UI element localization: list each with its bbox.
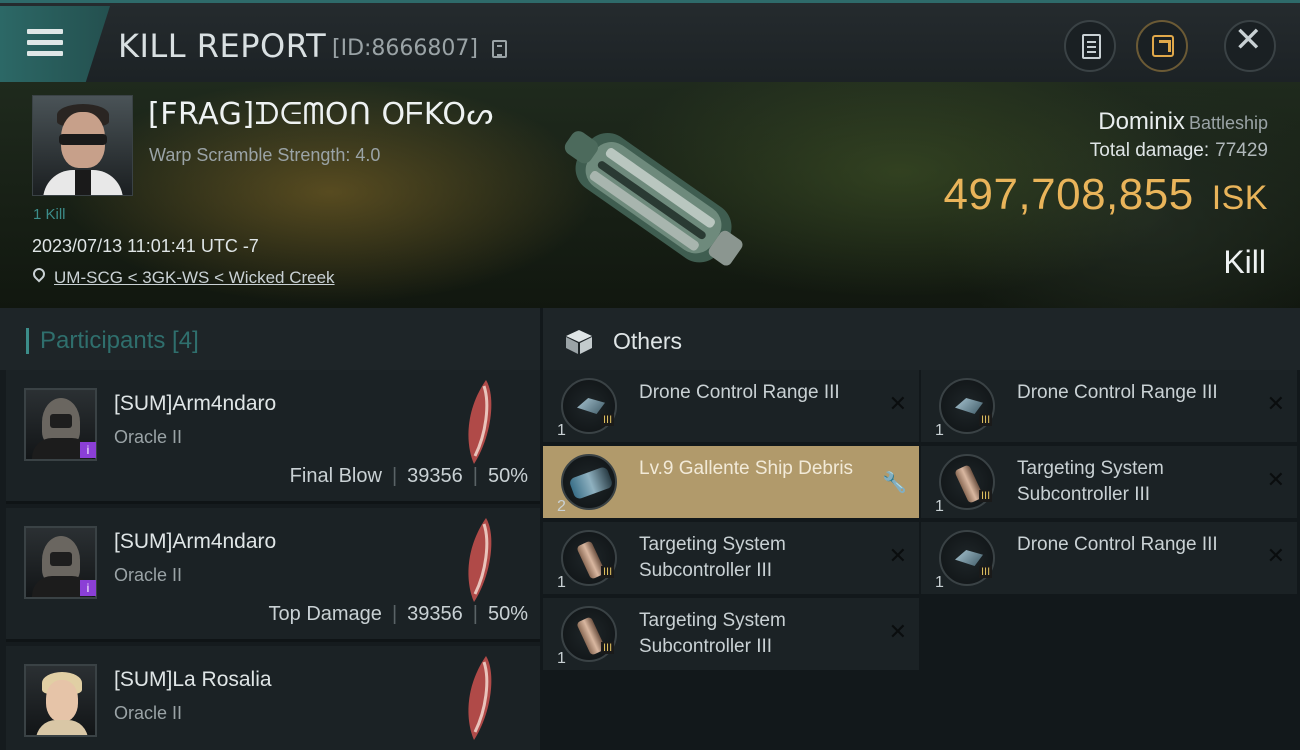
copy-id-icon[interactable] <box>492 40 507 58</box>
report-id: [ID:8666807] <box>332 36 478 61</box>
ship-type: Dominix Battleship <box>1098 108 1268 136</box>
item-quantity: 1 <box>935 422 944 439</box>
participants-title: Participants [4] <box>40 327 199 354</box>
info-badge-icon: i <box>80 580 96 596</box>
document-button[interactable] <box>1064 20 1116 72</box>
item-quantity: 1 <box>935 498 944 515</box>
participant-role: Top Damage <box>268 603 382 625</box>
participant-stats: Final Blow | 39356 | 50% <box>289 465 528 487</box>
others-panel: Others III 1 Drone Control Range III ✕ 2… <box>543 308 1300 750</box>
tier-badge: III <box>979 414 993 426</box>
participant-ship: Oracle II <box>114 703 183 723</box>
close-button[interactable]: ✕ <box>1224 20 1276 72</box>
participant-name: [SUM]Arm4ndaro <box>114 530 277 553</box>
total-damage-value: 77429 <box>1215 140 1268 161</box>
kill-report-screen: KILL REPORT [ID:8666807] ✕ [FRAG]ᗪᕮᗰOᑎ O… <box>0 0 1300 750</box>
victim-name[interactable]: [FRAG]ᗪᕮᗰOᑎ OᖴKOᔕ <box>148 97 494 132</box>
page-title: KILL REPORT <box>118 27 327 65</box>
tier-badge: III <box>601 642 615 654</box>
warp-scramble-strength: Warp Scramble Strength: 4.0 <box>149 145 381 165</box>
tier-badge: III <box>601 566 615 578</box>
tier-badge: III <box>979 566 993 578</box>
participant-ship: Oracle II <box>114 565 183 585</box>
ship-image <box>564 131 743 266</box>
tier-badge: III <box>601 414 615 426</box>
total-damage: Total damage: 77429 <box>1090 140 1268 162</box>
participants-header: Participants [4] <box>0 308 540 370</box>
location-pin-icon <box>30 265 48 283</box>
cube-icon <box>566 330 592 354</box>
item-name: Targeting System Subcontroller III <box>639 610 786 657</box>
participant-ship: Oracle II <box>114 427 183 447</box>
info-badge-icon: i <box>80 442 96 458</box>
participant-stats: Top Damage | 39356 | 50% <box>268 603 528 625</box>
ship-name: Dominix <box>1098 108 1185 135</box>
isk-unit: ISK <box>1211 179 1268 217</box>
victim-portrait[interactable] <box>32 95 133 196</box>
total-damage-label: Total damage: <box>1089 140 1210 161</box>
share-icon <box>1152 35 1174 57</box>
participants-panel: Participants [4] i [SUM]Arm4ndaro Oracle… <box>0 308 540 750</box>
destroyed-x-icon: ✕ <box>888 392 907 417</box>
participant-name: [SUM]La Rosalia <box>114 668 272 691</box>
item-slot[interactable]: III 1 Targeting System Subcontroller III… <box>921 446 1297 520</box>
destroyed-x-icon: ✕ <box>888 544 907 569</box>
top-bar: KILL REPORT [ID:8666807] ✕ <box>0 0 1300 82</box>
isk-value: 497,708,855 ISK <box>944 170 1269 220</box>
participant-row[interactable]: i [SUM]Arm4ndaro Oracle II Final Blow | 39… <box>6 370 540 504</box>
participant-avatar <box>24 664 97 737</box>
document-icon <box>1082 34 1101 59</box>
item-slot[interactable]: III 1 Drone Control Range III ✕ <box>921 522 1297 596</box>
item-name: Drone Control Range III <box>1017 382 1218 403</box>
others-header: Others <box>543 308 1300 370</box>
item-slot[interactable]: III 1 Drone Control Range III ✕ <box>921 370 1297 444</box>
wrench-icon[interactable]: 🔧 <box>882 470 907 494</box>
item-slot[interactable]: III 1 Targeting System Subcontroller III… <box>543 598 919 672</box>
hamburger-menu-icon <box>27 29 63 57</box>
item-quantity: 1 <box>557 574 566 591</box>
menu-button[interactable] <box>0 6 110 82</box>
participant-role: Final Blow <box>289 465 382 487</box>
isk-amount: 497,708,855 <box>943 170 1194 219</box>
close-icon: ✕ <box>1234 20 1263 60</box>
participant-damage: 39356 <box>407 603 463 625</box>
ship-icon <box>468 656 492 740</box>
ship-icon <box>468 518 492 602</box>
item-quantity: 2 <box>557 498 566 515</box>
item-quantity: 1 <box>557 422 566 439</box>
debris-icon <box>561 454 617 510</box>
item-name: Lv.9 Gallente Ship Debris <box>639 458 854 479</box>
kill-count-tag: 1 Kill <box>33 206 66 223</box>
item-name: Drone Control Range III <box>1017 534 1218 555</box>
item-name: Drone Control Range III <box>639 382 840 403</box>
participant-percent: 50% <box>487 465 528 487</box>
participant-row[interactable]: i [SUM]Arm4ndaro Oracle II Top Damage | 39… <box>6 508 540 642</box>
item-name: Targeting System Subcontroller III <box>639 534 786 581</box>
destroyed-x-icon: ✕ <box>1266 468 1285 493</box>
item-quantity: 1 <box>557 650 566 667</box>
participant-percent: 50% <box>487 603 528 625</box>
destroyed-x-icon: ✕ <box>1266 392 1285 417</box>
location-link[interactable]: UM-SCG < 3GK-WS < Wicked Creek <box>54 268 335 288</box>
ship-icon <box>468 380 492 464</box>
item-slot[interactable]: III 1 Targeting System Subcontroller III… <box>543 522 919 596</box>
destroyed-x-icon: ✕ <box>1266 544 1285 569</box>
ship-class: Battleship <box>1188 113 1268 133</box>
participant-row[interactable]: [SUM]La Rosalia Oracle II <box>6 646 540 750</box>
result-label: Kill <box>1223 244 1266 280</box>
destroyed-x-icon: ✕ <box>888 620 907 645</box>
share-button[interactable] <box>1136 20 1188 72</box>
victim-summary: [FRAG]ᗪᕮᗰOᑎ OᖴKOᔕ Warp Scramble Strength… <box>0 82 1300 308</box>
item-name: Targeting System Subcontroller III <box>1017 458 1164 505</box>
tier-badge: III <box>979 490 993 502</box>
participant-name: [SUM]Arm4ndaro <box>114 392 277 415</box>
others-title: Others <box>613 328 683 354</box>
item-quantity: 1 <box>935 574 944 591</box>
item-slot[interactable]: 2 Lv.9 Gallente Ship Debris 🔧 <box>543 446 919 520</box>
participant-damage: 39356 <box>407 465 463 487</box>
item-slot[interactable]: III 1 Drone Control Range III ✕ <box>543 370 919 444</box>
kill-timestamp: 2023/07/13 11:01:41 UTC -7 <box>32 236 259 256</box>
